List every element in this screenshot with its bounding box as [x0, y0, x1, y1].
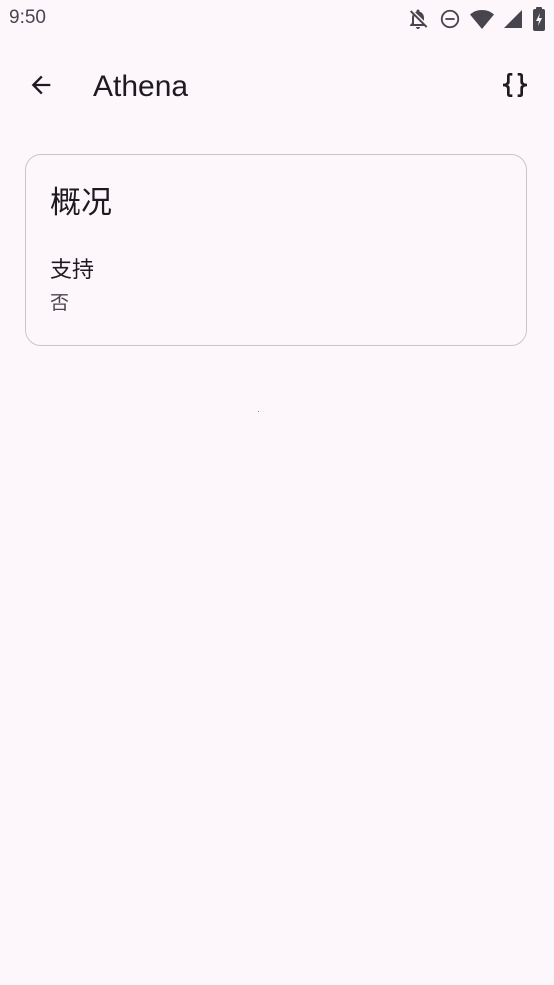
page-title: Athena	[93, 70, 189, 103]
overview-card: 概况 支持 否	[25, 154, 527, 346]
support-label: 支持	[50, 258, 95, 283]
support-value: 否	[50, 292, 70, 314]
status-time: 9:50	[9, 7, 46, 28]
view-json-button[interactable]	[492, 64, 538, 110]
status-bar: 9:50	[0, 0, 554, 38]
battery-charging-icon	[532, 7, 546, 31]
wifi-icon	[470, 8, 494, 30]
cellular-signal-icon	[503, 9, 523, 29]
top-app-bar: Athena	[0, 58, 554, 116]
notifications-off-icon	[406, 7, 430, 31]
status-icons	[406, 7, 546, 31]
code-braces-icon	[499, 69, 531, 105]
card-title: 概况	[50, 185, 112, 221]
back-button[interactable]	[18, 64, 64, 110]
loading-dot	[258, 411, 259, 412]
do-not-disturb-icon	[439, 8, 461, 30]
arrow-back-icon	[27, 71, 55, 103]
